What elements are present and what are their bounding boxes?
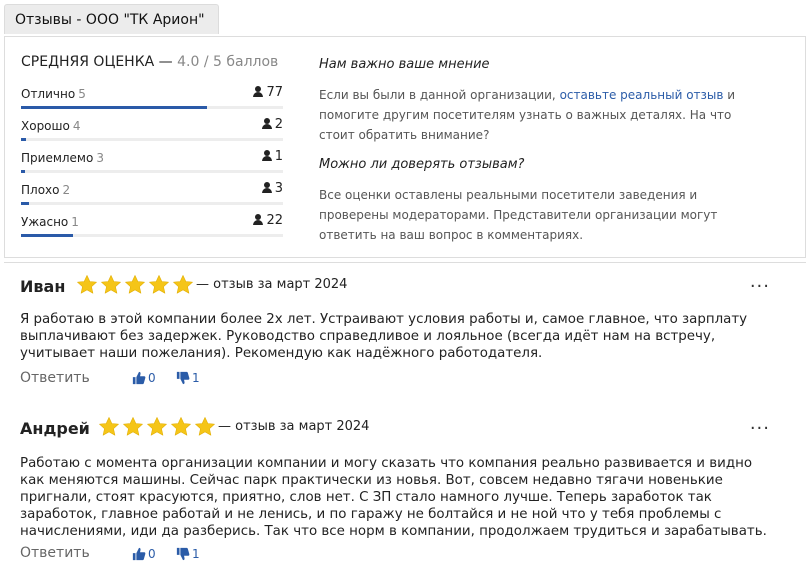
review-author: Андрей — [20, 419, 90, 438]
star-icon — [171, 417, 191, 436]
dislike-count: 1 — [192, 547, 200, 561]
person-icon — [261, 118, 272, 129]
person-icon — [261, 182, 272, 193]
rating-bar — [21, 170, 283, 173]
review-text: Я работаю в этой компании более 2х лет. … — [20, 312, 748, 361]
rating-label: Отлично 5 — [21, 87, 86, 101]
rating-count: 1 — [261, 149, 283, 164]
rating-bar-fill — [21, 234, 74, 237]
rating-bar-fill — [21, 170, 25, 173]
rating-row-good[interactable]: Хорошо 4 2 — [21, 117, 283, 143]
person-icon — [253, 214, 264, 225]
rating-bar-fill — [21, 138, 27, 141]
rating-count: 2 — [261, 117, 283, 132]
review-date: — отзыв за март 2024 — [218, 419, 370, 434]
rating-count: 22 — [253, 213, 283, 228]
star-icon — [123, 417, 143, 436]
rating-label: Хорошо 4 — [21, 119, 81, 133]
thumb-up-icon — [132, 547, 146, 561]
reply-button[interactable]: Ответить — [20, 545, 90, 561]
rating-bar-fill — [21, 106, 208, 109]
person-icon — [253, 86, 264, 97]
dislike-count: 1 — [192, 371, 200, 385]
average-rating-label: СРЕДНЯЯ ОЦЕНКА — — [21, 54, 178, 70]
info-block: Нам важно ваше мнение Если вы были в дан… — [319, 55, 759, 245]
rating-summary-panel: СРЕДНЯЯ ОЦЕНКА — 4.0 / 5 баллов Отлично 5… — [4, 36, 806, 258]
info-heading-opinion: Нам важно ваше мнение — [319, 57, 490, 72]
rating-label: Приемлемо 3 — [21, 151, 104, 165]
star-icon — [195, 417, 215, 436]
like-count: 0 — [148, 371, 156, 385]
rating-count: 3 — [261, 181, 283, 196]
rating-row-terrible[interactable]: Ужасно 1 22 — [21, 213, 283, 239]
info-paragraph-trust: Все оценки оставлены реальными посетител… — [319, 188, 718, 242]
rating-row-acceptable[interactable]: Приемлемо 3 1 — [21, 149, 283, 175]
average-rating-score: 4.0 / 5 баллов — [177, 54, 279, 70]
review-card: Андрей — отзыв за март 2024 ... Работаю … — [4, 402, 806, 574]
rating-bar — [21, 106, 283, 109]
rating-bar — [21, 234, 283, 237]
star-icon — [173, 275, 193, 294]
star-icon — [99, 417, 119, 436]
average-rating-title: СРЕДНЯЯ ОЦЕНКА — 4.0 / 5 баллов — [21, 54, 278, 70]
review-stars — [98, 416, 216, 438]
reviews-tab[interactable]: Отзывы - ООО "ТК Арион" — [4, 4, 219, 34]
like-count: 0 — [148, 547, 156, 561]
rating-bar — [21, 202, 283, 205]
star-icon — [77, 275, 97, 294]
leave-review-link[interactable]: оставьте реальный отзыв — [560, 88, 724, 102]
more-options-icon[interactable]: ... — [750, 271, 770, 292]
rating-row-excellent[interactable]: Отлично 5 77 — [21, 85, 283, 111]
rating-label: Ужасно 1 — [21, 215, 79, 229]
thumb-up-icon — [132, 371, 146, 385]
like-button[interactable]: 0 — [132, 547, 156, 561]
review-card: Иван — отзыв за март 2024 ... Я работаю … — [4, 262, 806, 400]
star-icon — [147, 417, 167, 436]
rating-bar-fill — [21, 202, 29, 205]
rating-count: 77 — [253, 85, 283, 100]
review-text: Работаю с момента организации компании и… — [20, 456, 767, 539]
star-icon — [101, 275, 121, 294]
reply-button[interactable]: Ответить — [20, 370, 90, 386]
star-icon — [149, 275, 169, 294]
more-options-icon[interactable]: ... — [750, 413, 770, 434]
review-stars — [76, 274, 194, 296]
like-button[interactable]: 0 — [132, 371, 156, 385]
dislike-button[interactable]: 1 — [176, 371, 200, 385]
star-icon — [125, 275, 145, 294]
rating-row-bad[interactable]: Плохо 2 3 — [21, 181, 283, 207]
review-author: Иван — [20, 277, 66, 296]
thumb-down-icon — [176, 371, 190, 385]
rating-label: Плохо 2 — [21, 183, 71, 197]
thumb-down-icon — [176, 547, 190, 561]
person-icon — [261, 150, 272, 161]
review-date: — отзыв за март 2024 — [196, 277, 348, 292]
rating-bar — [21, 138, 283, 141]
info-paragraph-opinion: Если вы были в данной организации, остав… — [319, 88, 736, 142]
info-heading-trust: Можно ли доверять отзывам? — [319, 157, 525, 172]
dislike-button[interactable]: 1 — [176, 547, 200, 561]
